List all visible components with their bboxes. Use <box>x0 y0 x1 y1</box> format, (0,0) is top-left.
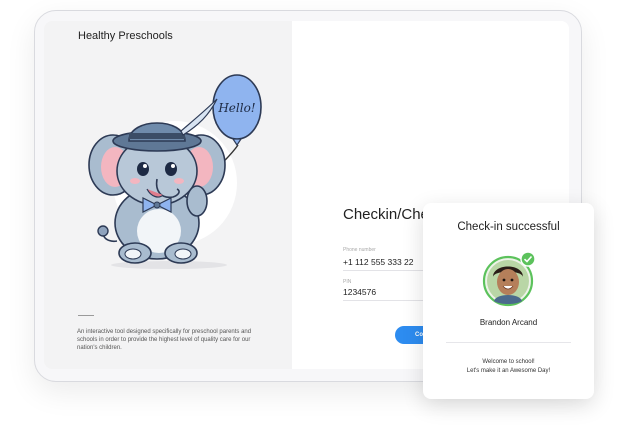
card-title: Check-in successful <box>457 221 560 233</box>
left-panel: Healthy Preschools Hello! An interactive… <box>44 21 292 369</box>
elephant-balloon-illustration: Hello! <box>88 74 262 269</box>
checkin-success-card: Check-in successful Brandon Arcand Welco… <box>423 203 594 399</box>
student-name: Brandon Arcand <box>479 318 538 327</box>
pin-label: PIN <box>343 279 352 285</box>
balloon-text: Hello! <box>217 101 255 115</box>
phone-label: Phone number <box>343 247 376 253</box>
welcome-message: Welcome to school! Let's make it an Awes… <box>423 358 594 376</box>
avatar <box>482 251 536 307</box>
welcome-line-2: Let's make it an Awesome Day! <box>466 368 551 374</box>
welcome-line-1: Welcome to school! <box>482 359 535 365</box>
left-divider <box>78 315 94 316</box>
tagline: An interactive tool designed specificall… <box>77 329 252 351</box>
card-divider <box>446 342 571 343</box>
brand-name: Healthy Preschools <box>78 30 173 42</box>
form-title: Checkin/Che <box>343 206 429 223</box>
check-icon <box>520 251 536 267</box>
